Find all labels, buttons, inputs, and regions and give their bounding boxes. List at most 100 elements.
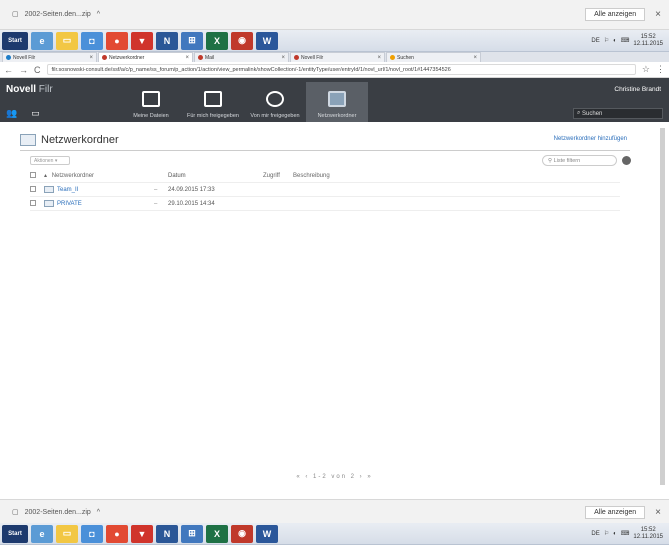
url-input[interactable]: filr.sosnowski-consult.de/ssf/a/c/p_name… <box>46 64 636 75</box>
ie-icon[interactable]: e <box>31 31 53 50</box>
volume-icon[interactable]: ◐ <box>613 38 617 44</box>
record-icon[interactable]: ◉ <box>231 524 253 543</box>
app-icon[interactable]: ▼ <box>131 31 153 50</box>
excel-icon[interactable]: X <box>206 524 228 543</box>
row-folder-link[interactable]: Team_II <box>57 187 78 193</box>
start-button[interactable]: Start <box>2 524 28 543</box>
network-folder-icon <box>20 134 36 146</box>
tray-lang[interactable]: DE <box>591 38 599 44</box>
user-menu[interactable]: Christine Brandt <box>614 86 661 93</box>
tab-2[interactable]: Mail × <box>194 52 289 62</box>
nav-my-files[interactable]: Meine Dateien <box>120 82 182 122</box>
column-header-description[interactable]: Beschreibung <box>293 173 393 179</box>
nav-network-folders[interactable]: Netzwerkordner <box>306 82 368 122</box>
word-icon[interactable]: W <box>256 524 278 543</box>
folder-table: ▴ Netzwerkordner Datum Zugriff Beschreib… <box>30 169 620 211</box>
clock[interactable]: 15:52 12.11.2015 <box>633 34 663 48</box>
header-search-input[interactable]: ⌕ Suchen <box>573 108 663 119</box>
flag-icon[interactable]: ⚐ <box>604 37 609 44</box>
column-header-date[interactable]: Datum <box>168 173 263 179</box>
download-item[interactable]: ▢ 2002-Seiten.den...zip ^ <box>12 508 100 517</box>
close-icon[interactable]: × <box>473 55 477 61</box>
nav-shared-with-me[interactable]: Für mich freigegeben <box>182 82 244 122</box>
scroll-thumb[interactable] <box>660 128 665 485</box>
actions-dropdown[interactable]: Aktionen ▾ <box>30 156 70 165</box>
taskbar-top: Start e ▭ ◘ ● ▼ N ⊞ X ◉ W DE ⚐ ◐ ⌨ 15:52… <box>0 30 669 52</box>
system-tray: DE ⚐ ◐ ⌨ 15:52 12.11.2015 <box>591 527 663 541</box>
close-icon[interactable]: × <box>281 55 285 61</box>
filter-input[interactable]: ⚲ Liste filtern <box>542 155 617 166</box>
chrome-icon[interactable]: ● <box>106 524 128 543</box>
ie-icon[interactable]: e <box>31 524 53 543</box>
row-folder-link[interactable]: PRIVATE <box>57 201 82 207</box>
novell-icon[interactable]: N <box>156 31 178 50</box>
star-icon[interactable]: ☆ <box>642 64 650 75</box>
keyboard-icon[interactable]: ⌨ <box>621 530 630 537</box>
app-icon[interactable]: ▼ <box>131 524 153 543</box>
tab-0[interactable]: Novell Filr × <box>2 52 97 62</box>
network-icon[interactable]: ⊞ <box>181 524 203 543</box>
reload-icon[interactable]: C <box>34 65 41 75</box>
tab-label: Mail <box>205 54 215 61</box>
close-icon[interactable]: × <box>89 55 93 61</box>
clock-date: 12.11.2015 <box>633 40 663 47</box>
taskbar-bottom: Start e ▭ ◘ ● ▼ N ⊞ X ◉ W DE ⚐ ◐ ⌨ 15:52… <box>0 523 669 545</box>
word-icon[interactable]: W <box>256 31 278 50</box>
row-menu[interactable]: – <box>154 201 168 207</box>
menu-icon[interactable]: ⋮ <box>656 64 665 75</box>
tab-label: Suchen <box>397 54 414 61</box>
gear-icon[interactable] <box>622 156 631 165</box>
row-checkbox[interactable] <box>30 185 36 192</box>
file-icon: ▢ <box>12 509 19 516</box>
back-icon[interactable]: ← <box>4 65 13 75</box>
add-network-folder-link[interactable]: Netzwerkordner hinzufügen <box>554 136 627 142</box>
users-icon[interactable]: 👥 <box>6 108 17 119</box>
main-content: Netzwerkordner Netzwerkordner hinzufügen… <box>0 122 669 492</box>
start-button[interactable]: Start <box>2 31 28 50</box>
show-all-button[interactable]: Alle anzeigen <box>585 8 646 21</box>
clock-time: 15:52 <box>640 526 656 533</box>
outlook-icon[interactable]: ◘ <box>81 524 103 543</box>
chevron-up-icon[interactable]: ^ <box>97 509 100 516</box>
pagination[interactable]: « ‹ 1-2 von 2 › » <box>0 474 669 480</box>
folder-icon[interactable]: ▭ <box>56 524 78 543</box>
keyboard-icon[interactable]: ⌨ <box>621 37 630 44</box>
excel-icon[interactable]: X <box>206 31 228 50</box>
column-header-access[interactable]: Zugriff <box>263 173 293 179</box>
row-menu[interactable]: – <box>154 187 168 193</box>
download-bar: ▢ 2002-Seiten.den...zip ^ Alle anzeigen … <box>0 0 669 30</box>
scrollbar[interactable] <box>660 128 665 485</box>
chevron-up-icon[interactable]: ^ <box>97 11 100 18</box>
close-icon[interactable]: × <box>377 55 381 61</box>
tab-1[interactable]: Netzwerkordner × <box>98 52 193 62</box>
tab-4[interactable]: Suchen × <box>386 52 481 62</box>
close-icon[interactable]: × <box>655 9 661 20</box>
row-checkbox[interactable] <box>30 199 36 206</box>
folder-icon <box>44 186 54 193</box>
show-all-button[interactable]: Alle anzeigen <box>585 506 646 519</box>
record-icon[interactable]: ◉ <box>231 31 253 50</box>
network-icon[interactable]: ⊞ <box>181 31 203 50</box>
brand-logo[interactable]: Novell Filr <box>6 84 53 95</box>
chrome-icon[interactable]: ● <box>106 31 128 50</box>
brand-sub: Filr <box>38 84 53 95</box>
tray-lang[interactable]: DE <box>591 531 599 537</box>
table-header: ▴ Netzwerkordner Datum Zugriff Beschreib… <box>30 169 620 183</box>
tab-favicon <box>294 55 299 60</box>
nav-shared-by-me[interactable]: Von mir freigegeben <box>244 82 306 122</box>
screen-icon[interactable]: ▭ <box>31 108 40 119</box>
volume-icon[interactable]: ◐ <box>613 531 617 537</box>
table-row: Team_II – 24.09.2015 17:33 <box>30 183 620 197</box>
forward-icon[interactable]: → <box>19 65 28 75</box>
close-icon[interactable]: × <box>185 55 189 61</box>
flag-icon[interactable]: ⚐ <box>604 530 609 537</box>
column-header-name[interactable]: ▴ Netzwerkordner <box>44 172 154 180</box>
novell-icon[interactable]: N <box>156 524 178 543</box>
clock[interactable]: 15:52 12.11.2015 <box>633 527 663 541</box>
select-all-checkbox[interactable] <box>30 171 36 178</box>
outlook-icon[interactable]: ◘ <box>81 31 103 50</box>
close-icon[interactable]: × <box>655 507 661 518</box>
folder-icon[interactable]: ▭ <box>56 31 78 50</box>
tab-3[interactable]: Novell Filr × <box>290 52 385 62</box>
download-item[interactable]: ▢ 2002-Seiten.den...zip ^ <box>12 10 100 19</box>
